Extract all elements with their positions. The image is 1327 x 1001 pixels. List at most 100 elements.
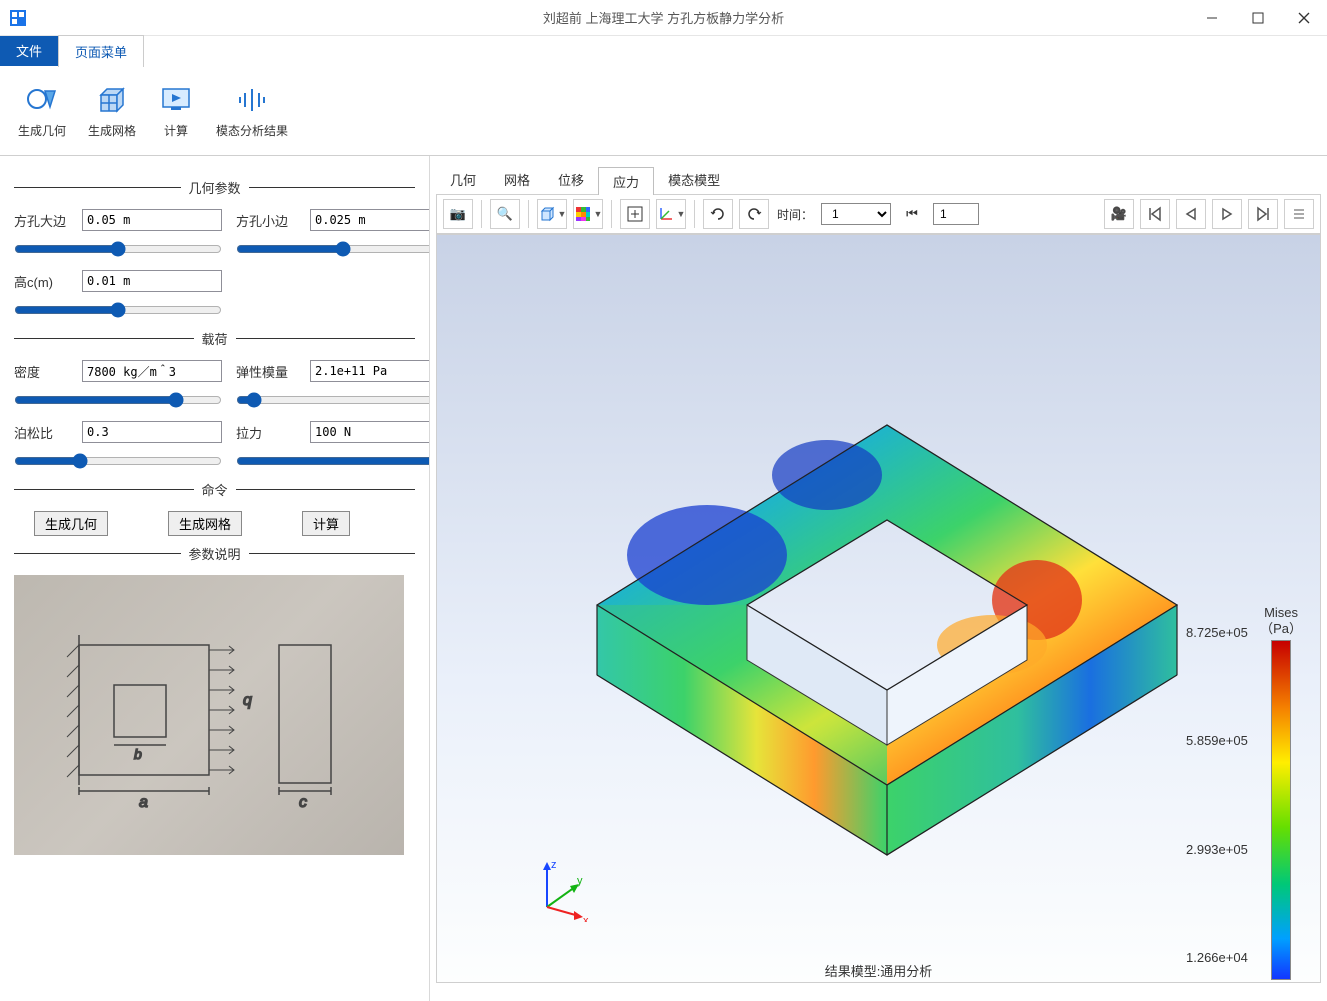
input-big-edge[interactable] — [82, 209, 222, 231]
play-icon — [1220, 207, 1234, 221]
left-panel: 几何参数 方孔大边 方孔小边 高c(m) 载荷 密度 弹性模量 泊松比 拉力 — [0, 156, 430, 1001]
close-button[interactable] — [1281, 0, 1327, 36]
next-frame-button[interactable] — [1248, 199, 1278, 229]
rotate-cw-icon — [709, 205, 727, 223]
record-button[interactable]: 🎥 — [1104, 199, 1134, 229]
label-small-edge: 方孔小边 — [236, 211, 296, 230]
time-select[interactable]: 1 — [821, 203, 891, 225]
ribbon-gen-geometry[interactable]: 生成几何 — [10, 78, 74, 143]
fit-icon — [626, 205, 644, 223]
prev-frame-button[interactable] — [1176, 199, 1206, 229]
geometry-icon — [24, 82, 60, 118]
slider-elastic[interactable] — [236, 392, 430, 408]
viewport-toolbar: 📷 🔍 ▼ ▼ ▼ 时间： 1 ⏮ 🎥 — [436, 194, 1321, 234]
ribbon-compute[interactable]: 计算 — [150, 78, 202, 143]
tab-file[interactable]: 文件 — [0, 35, 58, 66]
zoom-button[interactable]: 🔍 — [490, 199, 520, 229]
colorbar-ticks: 8.725e+05 5.859e+05 2.993e+05 1.266e+04 — [1186, 625, 1276, 965]
step-icon: ⏮ — [906, 206, 918, 222]
ribbon-gen-mesh[interactable]: 生成网格 — [80, 78, 144, 143]
input-height[interactable] — [82, 270, 222, 292]
slider-big-edge[interactable] — [14, 241, 222, 257]
slider-small-edge[interactable] — [236, 241, 430, 257]
label-density: 密度 — [14, 362, 68, 381]
slider-height[interactable] — [14, 302, 222, 318]
label-height: 高c(m) — [14, 272, 68, 291]
label-tension: 拉力 — [236, 423, 296, 442]
snapshot-button[interactable]: 📷 — [443, 199, 473, 229]
axis-triad: z y x — [527, 852, 597, 922]
ribbon-label: 模态分析结果 — [216, 122, 288, 139]
input-tension[interactable] — [310, 421, 430, 443]
fit-button[interactable] — [620, 199, 650, 229]
title-bar: 刘超前 上海理工大学 方孔方板静力学分析 — [0, 0, 1327, 36]
result-tabs: 几何 网格 位移 应力 模态模型 — [430, 156, 1327, 194]
rtab-displacement[interactable]: 位移 — [544, 166, 598, 194]
ribbon-label: 计算 — [164, 122, 188, 139]
label-elastic: 弹性模量 — [236, 362, 296, 381]
svg-text:c: c — [299, 794, 307, 811]
slider-density[interactable] — [14, 392, 222, 408]
ribbon-label: 生成几何 — [18, 122, 66, 139]
btn-compute[interactable]: 计算 — [302, 511, 350, 536]
rubik-icon — [574, 205, 592, 223]
input-poisson[interactable] — [82, 421, 222, 443]
tab-page-menu[interactable]: 页面菜单 — [58, 35, 144, 67]
first-frame-button[interactable] — [1140, 199, 1170, 229]
cube-icon — [538, 205, 556, 223]
cb-tick: 8.725e+05 — [1186, 625, 1276, 640]
rotate-cw-button[interactable] — [703, 199, 733, 229]
svg-text:a: a — [139, 794, 148, 811]
result-footer: 结果模型:通用分析 — [825, 961, 933, 980]
step-back-button[interactable]: ⏮ — [897, 199, 927, 229]
cb-tick: 2.993e+05 — [1186, 842, 1276, 857]
rtab-geometry[interactable]: 几何 — [436, 166, 490, 194]
maximize-button[interactable] — [1235, 0, 1281, 36]
mesh-icon — [94, 82, 130, 118]
section-cmd: 命令 — [14, 480, 415, 499]
video-icon: 🎥 — [1111, 206, 1127, 222]
iso-button[interactable]: ▼ — [537, 199, 567, 229]
svg-text:b: b — [134, 746, 142, 762]
input-small-edge[interactable] — [310, 209, 430, 231]
rtab-stress[interactable]: 应力 — [598, 167, 654, 195]
cb-tick: 5.859e+05 — [1186, 733, 1276, 748]
skip-back-icon — [1147, 206, 1163, 222]
svg-text:y: y — [577, 875, 583, 887]
rtab-mesh[interactable]: 网格 — [490, 166, 544, 194]
label-poisson: 泊松比 — [14, 423, 68, 442]
param-sketch-image: b a q — [14, 575, 404, 855]
chevron-down-icon: ▼ — [677, 209, 686, 219]
play-button[interactable] — [1212, 199, 1242, 229]
time-label: 时间： — [777, 206, 813, 223]
axes-icon — [657, 205, 675, 223]
slider-poisson[interactable] — [14, 453, 222, 469]
modal-icon — [234, 82, 270, 118]
viewport-3d[interactable]: z y x Mises （Pa） 8.725e+05 5.859e+05 2.9… — [436, 234, 1321, 983]
section-load: 载荷 — [14, 329, 415, 348]
skip-forward-icon — [1255, 206, 1271, 222]
btn-gen-mesh[interactable]: 生成网格 — [168, 511, 242, 536]
ribbon-modal-result[interactable]: 模态分析结果 — [208, 78, 296, 143]
colorbar-title1: Mises — [1260, 605, 1302, 621]
last-frame-button[interactable] — [1284, 199, 1314, 229]
minimize-button[interactable] — [1189, 0, 1235, 36]
rtab-modal[interactable]: 模态模型 — [654, 166, 734, 194]
axes-button[interactable]: ▼ — [656, 199, 686, 229]
slider-tension[interactable] — [236, 453, 430, 469]
right-panel: 几何 网格 位移 应力 模态模型 📷 🔍 ▼ ▼ ▼ 时间： 1 ⏮ 🎥 — [430, 156, 1327, 1001]
input-density[interactable] — [82, 360, 222, 382]
svg-text:z: z — [551, 859, 557, 871]
main-split: 几何参数 方孔大边 方孔小边 高c(m) 载荷 密度 弹性模量 泊松比 拉力 — [0, 156, 1327, 1001]
color-button[interactable]: ▼ — [573, 199, 603, 229]
window-controls — [1189, 0, 1327, 36]
ribbon: 生成几何 生成网格 计算 模态分析结果 — [0, 66, 1327, 156]
input-elastic[interactable] — [310, 360, 430, 382]
magnifier-icon: 🔍 — [497, 206, 513, 222]
frame-input[interactable] — [933, 203, 979, 225]
rotate-ccw-button[interactable] — [739, 199, 769, 229]
play-left-icon — [1184, 207, 1198, 221]
app-icon — [8, 8, 28, 28]
svg-text:x: x — [583, 915, 589, 922]
btn-gen-geometry[interactable]: 生成几何 — [34, 511, 108, 536]
